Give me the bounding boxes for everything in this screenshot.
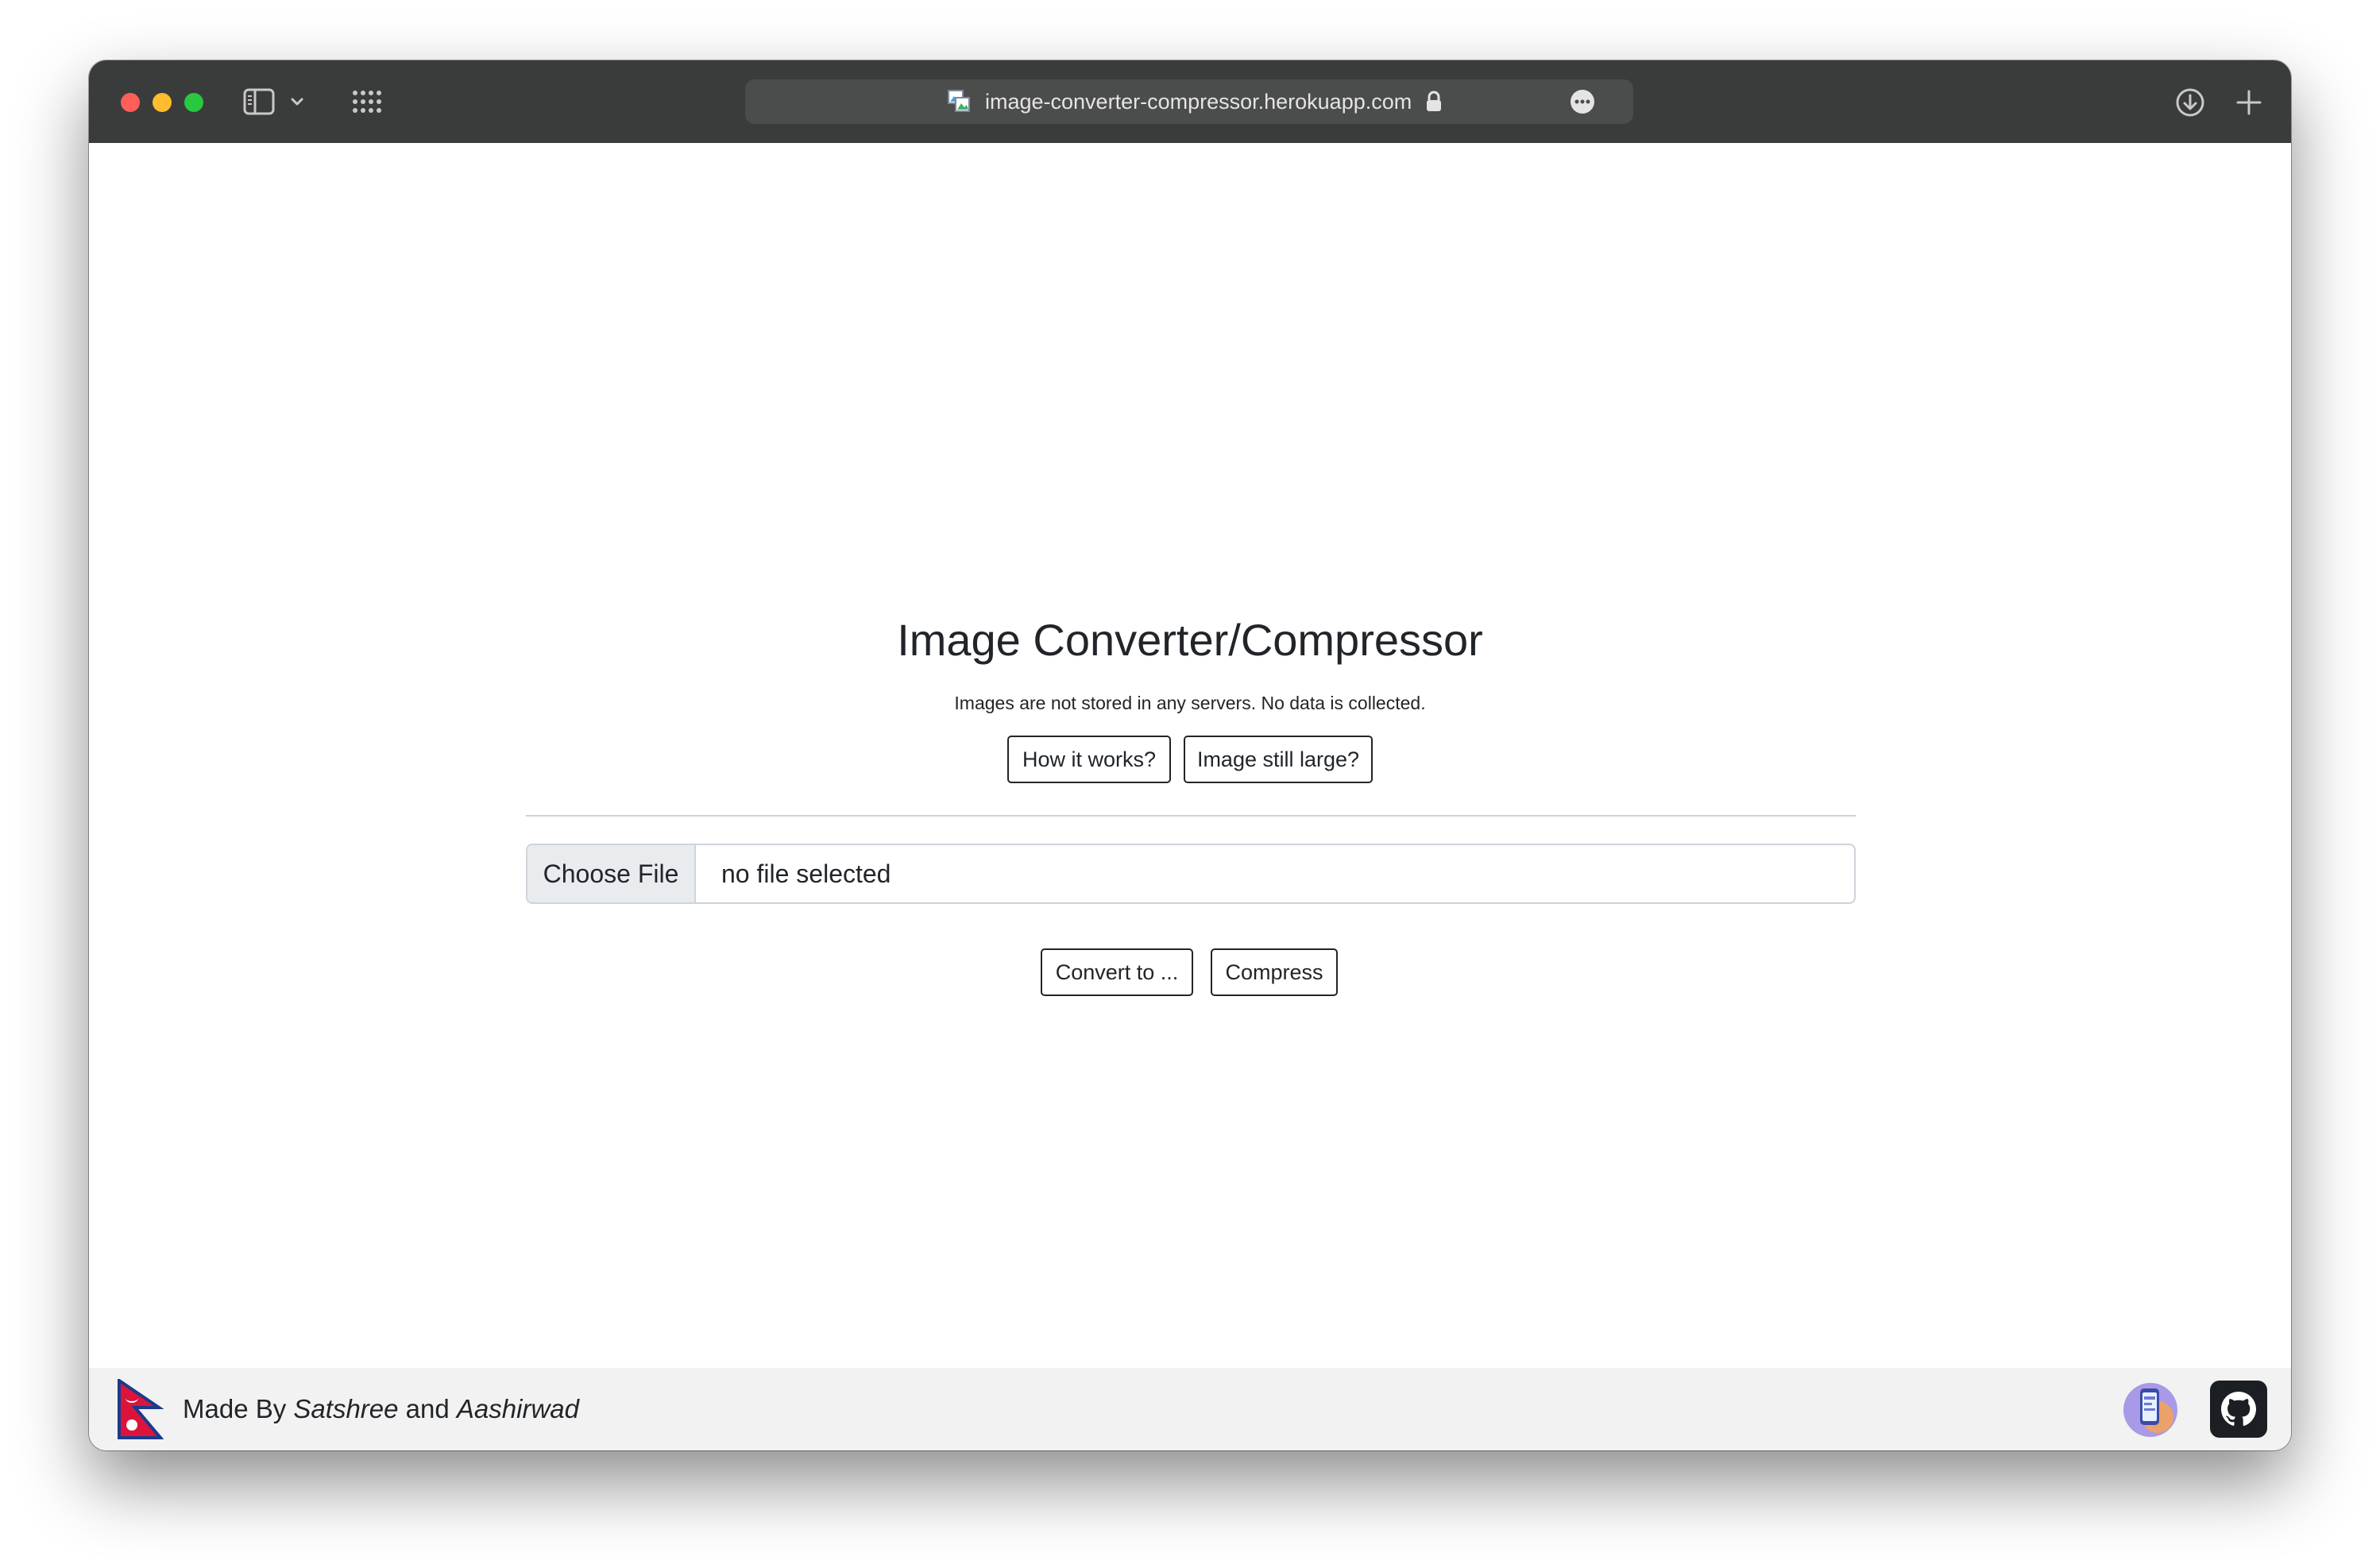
footer-prefix: Made By xyxy=(183,1394,294,1423)
sidebar-icon[interactable] xyxy=(243,88,275,115)
footer-credits: Made By Satshree and Aashirwad xyxy=(183,1368,579,1450)
nepal-flag-icon xyxy=(118,1377,164,1439)
divider xyxy=(526,815,1856,817)
zoom-window-button[interactable] xyxy=(184,93,203,112)
app-icon[interactable] xyxy=(2123,1382,2178,1438)
browser-window: image-converter-compressor.herokuapp.com xyxy=(89,60,2291,1450)
author-satshree: Satshree xyxy=(293,1394,399,1423)
close-window-button[interactable] xyxy=(121,93,140,112)
file-input[interactable]: Choose File no file selected xyxy=(526,844,1856,904)
image-still-large-button[interactable]: Image still large? xyxy=(1184,736,1373,783)
address-bar[interactable]: image-converter-compressor.herokuapp.com xyxy=(745,79,1633,124)
download-icon[interactable] xyxy=(2175,87,2205,118)
footer-conjunction: and xyxy=(398,1394,457,1423)
page-content: Image Converter/Compressor Images are no… xyxy=(89,143,2291,1368)
author-aashirwad: Aashirwad xyxy=(456,1394,579,1423)
chevron-down-icon[interactable] xyxy=(288,92,307,111)
favicon-icon xyxy=(947,89,971,113)
browser-toolbar: image-converter-compressor.herokuapp.com xyxy=(89,60,2291,143)
page-subtitle: Images are not stored in any servers. No… xyxy=(954,693,1426,713)
grid-icon[interactable] xyxy=(351,89,383,114)
github-icon[interactable] xyxy=(2210,1381,2267,1438)
how-it-works-button[interactable]: How it works? xyxy=(1007,736,1171,783)
page-footer: Made By Satshree and Aashirwad xyxy=(89,1368,2291,1450)
convert-button[interactable]: Convert to ... xyxy=(1041,948,1193,996)
url-text[interactable]: image-converter-compressor.herokuapp.com xyxy=(985,79,1412,124)
lock-icon xyxy=(1425,91,1443,113)
compress-button[interactable]: Compress xyxy=(1211,948,1338,996)
plus-icon[interactable] xyxy=(2234,87,2264,118)
file-status-text: no file selected xyxy=(721,859,891,888)
choose-file-button[interactable]: Choose File xyxy=(527,845,696,902)
more-icon[interactable] xyxy=(1570,89,1595,114)
page-title: Image Converter/Compressor xyxy=(897,615,1483,665)
minimize-window-button[interactable] xyxy=(153,93,172,112)
